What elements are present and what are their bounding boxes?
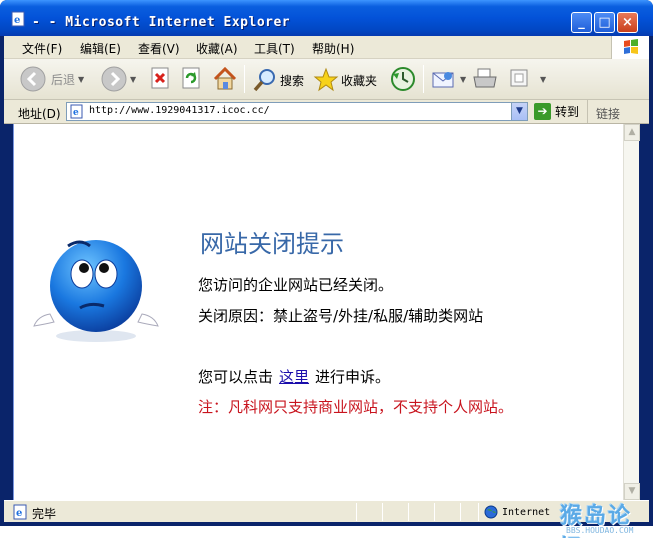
status-pane-divider [408, 503, 409, 521]
search-label: 搜索 [280, 73, 305, 88]
favorites-star-icon [313, 67, 339, 92]
history-button[interactable] [390, 66, 416, 92]
printer-icon [473, 68, 497, 88]
menu-bar: 文件(F) 编辑(E) 查看(V) 收藏(A) 工具(T) 帮助(H) [4, 36, 649, 59]
status-pane-divider [356, 503, 357, 521]
favorites-button[interactable]: 收藏夹 [313, 67, 377, 93]
address-input[interactable]: e http://www.1929041317.icoc.cc/ ▼ [66, 102, 528, 121]
appeal-line: 您可以点击 这里 进行申诉。 [198, 366, 390, 387]
forward-arrow-icon [101, 66, 127, 92]
go-button[interactable]: ➔ 转到 [534, 103, 579, 120]
address-bar: 地址(D) e http://www.1929041317.icoc.cc/ ▼… [4, 100, 649, 124]
back-arrow-icon [20, 66, 46, 92]
search-button[interactable]: 搜索 [252, 67, 304, 93]
watermark-sub: BBS.HOUDAO.COM [566, 526, 634, 535]
mail-button[interactable]: ▼ [431, 67, 466, 91]
stop-button[interactable] [150, 67, 172, 91]
toolbar-separator [244, 65, 245, 93]
toolbar-separator [423, 65, 424, 93]
search-icon [253, 69, 275, 92]
edit-button[interactable]: ▼ [508, 67, 546, 91]
window-title: - - Microsoft Internet Explorer [32, 15, 291, 30]
refresh-icon [182, 67, 200, 89]
svg-text:e: e [14, 15, 20, 26]
status-pane-divider [460, 503, 461, 521]
maximize-button[interactable]: □ [594, 12, 615, 33]
status-text: 完毕 [32, 507, 57, 521]
forward-button[interactable]: ▼ [101, 66, 136, 92]
history-clock-icon [391, 67, 415, 91]
status-pane-divider [478, 503, 479, 521]
edit-page-icon [510, 69, 528, 87]
status-bar: e 完毕 Internet [4, 500, 649, 522]
standard-toolbar: 后退 ▼ ▼ 搜索 收藏夹 ▼ ▼ [4, 59, 649, 100]
menu-favorites[interactable]: 收藏(A) [196, 40, 238, 57]
notice-reason-text: 关闭原因：禁止盗号/外挂/私服/辅助类网站 [198, 307, 484, 325]
status-pane-divider [434, 503, 435, 521]
security-zone: Internet [484, 505, 550, 519]
vertical-scrollbar[interactable]: ▲ ▼ [623, 124, 640, 500]
notice-closed-text: 您访问的企业网站已经关闭。 [198, 276, 394, 294]
home-button[interactable] [212, 66, 238, 92]
scroll-up-icon[interactable]: ▲ [624, 124, 640, 141]
address-dropdown-icon[interactable]: ▼ [511, 103, 527, 120]
menu-tools[interactable]: 工具(T) [254, 40, 295, 57]
address-label: 地址(D) [18, 107, 61, 121]
favorites-label: 收藏夹 [341, 73, 378, 88]
back-dropdown-icon[interactable]: ▼ [78, 75, 84, 84]
print-button[interactable] [471, 67, 499, 91]
notice-title: 网站关闭提示 [200, 230, 344, 258]
globe-icon [484, 505, 498, 519]
mail-dropdown-icon[interactable]: ▼ [460, 75, 466, 84]
mail-envelope-icon [432, 72, 454, 88]
zone-label: Internet [502, 506, 551, 518]
go-label: 转到 [555, 105, 580, 119]
appeal-suffix: 进行申诉。 [315, 368, 391, 386]
windows-logo-icon [611, 36, 649, 59]
home-icon [213, 66, 237, 90]
back-button[interactable]: 后退 ▼ [20, 66, 84, 92]
page-icon: e [70, 104, 83, 119]
go-arrow-icon: ➔ [534, 103, 551, 120]
edit-dropdown-icon[interactable]: ▼ [540, 75, 546, 84]
menu-edit[interactable]: 编辑(E) [80, 40, 121, 57]
minimize-button[interactable]: _ [571, 12, 592, 33]
ie-page-icon: e [11, 11, 25, 27]
close-button[interactable]: × [617, 12, 638, 33]
status-pane-divider [382, 503, 383, 521]
appeal-prefix: 您可以点击 [198, 368, 274, 386]
menu-file[interactable]: 文件(F) [22, 40, 62, 57]
back-label: 后退 [51, 72, 76, 87]
address-url: http://www.1929041317.icoc.cc/ [89, 105, 270, 116]
menu-view[interactable]: 查看(V) [138, 40, 180, 57]
forward-dropdown-icon[interactable]: ▼ [130, 75, 136, 84]
refresh-button[interactable] [181, 67, 203, 91]
stop-icon [151, 67, 169, 89]
links-button[interactable]: 链接 [587, 100, 649, 123]
notice-note: 注：凡科网只支持商业网站，不支持个人网站。 [198, 398, 514, 416]
confused-smiley-icon [33, 240, 159, 342]
svg-text:e: e [16, 508, 22, 519]
appeal-link[interactable]: 这里 [279, 368, 309, 386]
menu-help[interactable]: 帮助(H) [312, 40, 354, 57]
site-watermark: 猴岛论坛 BBS.HOUDAO.COM [554, 496, 653, 538]
svg-text:e: e [73, 108, 79, 118]
page-content: 网站关闭提示 您访问的企业网站已经关闭。 关闭原因：禁止盗号/外挂/私服/辅助类… [13, 124, 623, 500]
status-page-icon: e [13, 504, 27, 520]
title-bar[interactable]: e - - Microsoft Internet Explorer _ □ × [0, 0, 653, 36]
